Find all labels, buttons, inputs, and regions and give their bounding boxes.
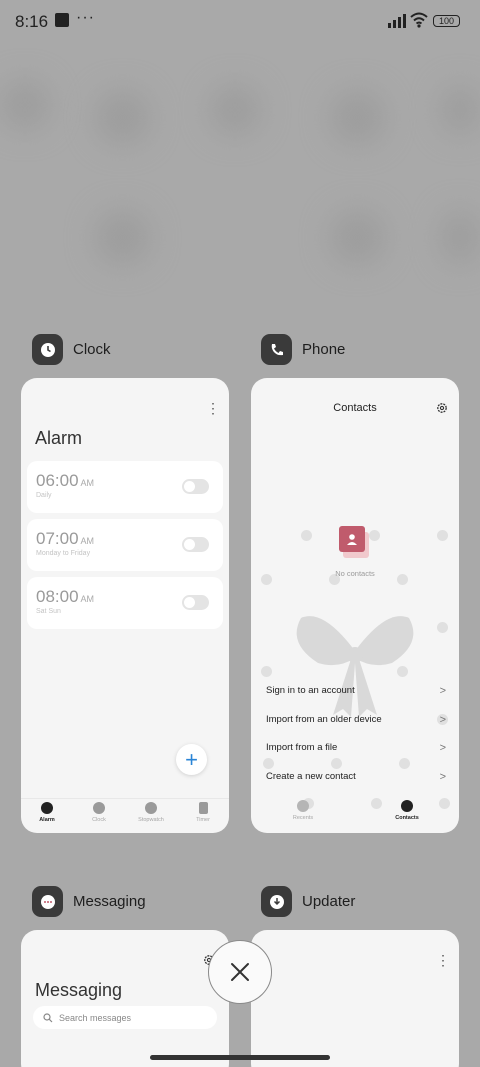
- nav-clock: Clock: [73, 799, 125, 832]
- app-label-clock[interactable]: Clock: [32, 334, 111, 365]
- chevron-right-icon: >: [439, 685, 446, 697]
- app-label-phone[interactable]: Phone: [261, 334, 345, 365]
- sign-in-row: Sign in to an account >: [266, 685, 446, 697]
- alarm-time: 07:00 AM: [36, 529, 94, 549]
- app-name: Phone: [302, 341, 346, 358]
- alarm-time-value: 07:00: [36, 529, 79, 548]
- chevron-right-icon: >: [439, 771, 446, 783]
- alarm-repeat: Monday to Friday: [36, 550, 91, 557]
- page-title: Contacts: [333, 402, 377, 414]
- wifi-icon: [410, 12, 428, 28]
- nav-label: Clock: [92, 817, 106, 823]
- decoration-dot: [331, 758, 342, 769]
- nav-label: Timer: [196, 817, 210, 823]
- updater-icon: [261, 886, 292, 917]
- nav-label: Stopwatch: [138, 817, 164, 823]
- app-card-messaging[interactable]: Messaging Search messages: [21, 930, 229, 1067]
- empty-state-text: No contacts: [335, 569, 375, 578]
- add-alarm-button: +: [176, 744, 207, 775]
- close-icon: [231, 963, 249, 981]
- decoration-dot: [301, 530, 312, 541]
- alarm-item: 07:00 AM Monday to Friday: [27, 519, 223, 571]
- app-name: Updater: [302, 893, 356, 910]
- nav-recents: Recents: [251, 798, 355, 832]
- app-name: Messaging: [73, 893, 146, 910]
- clock-time: 8:16: [15, 12, 49, 31]
- nav-label: Contacts: [395, 815, 419, 821]
- nav-contacts: Contacts: [355, 798, 459, 832]
- nav-label: Recents: [292, 815, 314, 821]
- bow-decoration: [296, 616, 414, 717]
- alarm-time-value: 08:00: [36, 587, 79, 606]
- decoration-dot: [437, 530, 448, 541]
- search-placeholder: Search messages: [59, 1012, 132, 1023]
- clock-icon: [93, 802, 105, 814]
- create-contact-row: Create a new contact >: [266, 771, 446, 783]
- alarm-ampm: AM: [80, 536, 95, 546]
- app-card-phone[interactable]: Contacts No contacts Sign in to an accou…: [251, 378, 459, 833]
- messaging-icon: [32, 886, 63, 917]
- app-card-updater[interactable]: ⋮: [251, 930, 459, 1067]
- home-indicator[interactable]: [150, 1055, 330, 1060]
- alarm-item: 08:00 AM Sat Sun: [27, 577, 223, 629]
- nav-label: Alarm: [39, 817, 55, 823]
- status-bar: 8:16 ··· 100: [0, 0, 480, 44]
- bottom-nav: Alarm Clock Stopwatch Timer: [21, 798, 229, 832]
- phone-icon: [261, 334, 292, 365]
- alarm-repeat: Sat Sun: [36, 608, 61, 615]
- nav-alarm: Alarm: [21, 799, 73, 832]
- import-older-device-row: Import from an older device >: [266, 714, 446, 726]
- decoration-dot: [263, 758, 274, 769]
- search-input: Search messages: [33, 1006, 217, 1029]
- contacts-illustration: [339, 526, 369, 560]
- hourglass-icon: [198, 802, 208, 814]
- gear-icon: [437, 403, 447, 413]
- action-label: Sign in to an account: [266, 685, 355, 696]
- signal-icon: [388, 14, 406, 28]
- stopwatch-icon: [145, 802, 157, 814]
- nav-stopwatch: Stopwatch: [125, 799, 177, 832]
- page-title: Messaging: [35, 980, 123, 1000]
- app-name: Clock: [73, 341, 111, 358]
- decoration-dot: [437, 622, 448, 633]
- app-label-messaging[interactable]: Messaging: [32, 886, 146, 917]
- decoration-dot: [261, 666, 272, 677]
- app-label-updater[interactable]: Updater: [261, 886, 355, 917]
- person-icon: [339, 526, 365, 552]
- action-label: Import from a file: [266, 742, 338, 753]
- clock-icon: [32, 334, 63, 365]
- search-icon: [43, 1012, 53, 1022]
- kebab-menu-icon: ⋮: [206, 400, 220, 416]
- alarm-icon: [41, 802, 53, 814]
- alarm-time-value: 06:00: [36, 471, 79, 490]
- recents-icon: [297, 800, 309, 812]
- alarm-repeat: Daily: [36, 492, 52, 499]
- alarm-toggle: [182, 479, 209, 494]
- bottom-nav: Recents Contacts: [251, 798, 459, 832]
- person-icon: [401, 800, 413, 812]
- alarm-time: 06:00 AM: [36, 471, 94, 491]
- import-file-row: Import from a file >: [266, 742, 446, 754]
- chevron-right-icon: >: [439, 742, 446, 754]
- clear-all-button[interactable]: [208, 940, 272, 1004]
- more-notifications-icon: ···: [76, 9, 95, 26]
- action-label: Create a new contact: [266, 771, 356, 782]
- alarm-toggle: [182, 595, 209, 610]
- alarm-ampm: AM: [80, 594, 95, 604]
- alarm-item: 06:00 AM Daily: [27, 461, 223, 513]
- chevron-right-icon: >: [439, 714, 446, 726]
- decoration-dot: [369, 530, 380, 541]
- alarm-toggle: [182, 537, 209, 552]
- nav-timer: Timer: [177, 799, 229, 832]
- notification-icon: [55, 13, 69, 27]
- decoration-dot: [399, 758, 410, 769]
- page-title: Alarm: [35, 428, 83, 448]
- battery-icon: 100: [433, 15, 460, 27]
- kebab-menu-icon: ⋮: [436, 952, 450, 968]
- action-label: Import from an older device: [266, 714, 382, 725]
- alarm-ampm: AM: [80, 478, 95, 488]
- app-card-clock[interactable]: ⋮ Alarm 06:00 AM Daily 07:00 AM Monday to …: [21, 378, 229, 833]
- alarm-time: 08:00 AM: [36, 587, 94, 607]
